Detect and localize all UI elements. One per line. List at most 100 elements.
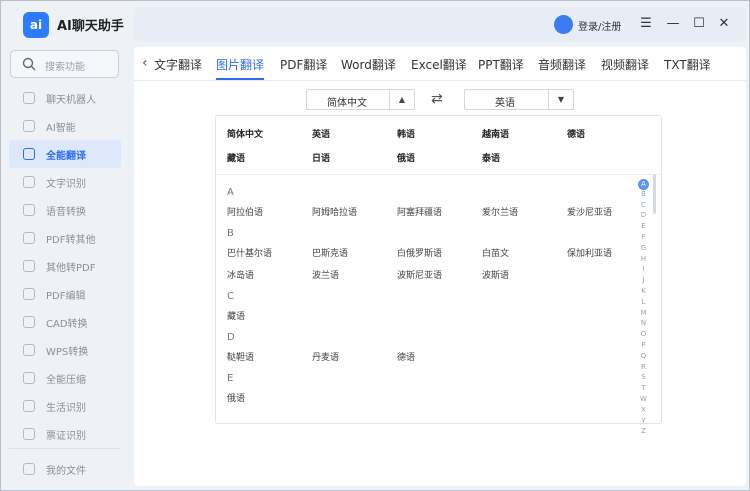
- language-option[interactable]: 保加利亚语: [567, 246, 612, 259]
- sidebar-item-label: 全能翻译: [46, 150, 86, 162]
- common-language[interactable]: 泰语: [482, 151, 500, 164]
- tab-image[interactable]: 图片翻译: [216, 56, 264, 73]
- az-index-item[interactable]: E: [638, 222, 649, 230]
- source-language-select[interactable]: 简体中文 ▲: [306, 89, 415, 110]
- tab-video[interactable]: 视频翻译: [601, 56, 649, 73]
- az-index-item[interactable]: S: [638, 373, 649, 381]
- az-index-item[interactable]: O: [638, 330, 649, 338]
- folder-icon: [23, 463, 35, 475]
- az-index-item[interactable]: L: [638, 298, 649, 306]
- language-option[interactable]: 丹麦语: [312, 350, 339, 363]
- az-index-item[interactable]: T: [638, 384, 649, 392]
- sidebar-item-compress[interactable]: 全能压缩: [9, 364, 121, 392]
- az-index-item[interactable]: I: [638, 265, 649, 273]
- common-language[interactable]: 德语: [567, 127, 585, 140]
- az-index-item[interactable]: F: [638, 233, 649, 241]
- caret-up-icon[interactable]: ▲: [389, 90, 414, 109]
- menu-icon[interactable]: ☰: [638, 16, 654, 32]
- az-index-item[interactable]: A: [638, 179, 649, 190]
- sidebar-item-wps[interactable]: WPS转换: [9, 336, 121, 364]
- common-language[interactable]: 藏语: [227, 151, 245, 164]
- sidebar-divider: [9, 448, 121, 449]
- language-option[interactable]: 阿姆哈拉语: [312, 205, 357, 218]
- language-option[interactable]: 爱沙尼亚语: [567, 205, 612, 218]
- language-option[interactable]: 阿拉伯语: [227, 205, 263, 218]
- az-index-item[interactable]: Q: [638, 352, 649, 360]
- caret-down-icon[interactable]: ▼: [548, 90, 573, 109]
- tab-audio[interactable]: 音频翻译: [538, 56, 586, 73]
- language-option[interactable]: 冰岛语: [227, 268, 254, 281]
- back-icon[interactable]: ‹: [142, 55, 148, 71]
- sidebar-item-ticket[interactable]: 票证识别: [9, 420, 121, 448]
- sidebar-item-life[interactable]: 生活识别: [9, 392, 121, 420]
- common-language[interactable]: 韩语: [397, 127, 415, 140]
- az-index-item[interactable]: N: [638, 319, 649, 327]
- language-option[interactable]: 爱尔兰语: [482, 205, 518, 218]
- language-option[interactable]: 波兰语: [312, 268, 339, 281]
- tab-text[interactable]: 文字翻译: [154, 56, 202, 73]
- az-index-item[interactable]: Z: [638, 427, 649, 435]
- sidebar-item-cad[interactable]: CAD转换: [9, 308, 121, 336]
- az-index-item[interactable]: B: [638, 190, 649, 198]
- common-language[interactable]: 简体中文: [227, 127, 263, 140]
- search-icon: [22, 57, 36, 71]
- language-option[interactable]: 白俄罗斯语: [397, 246, 442, 259]
- avatar[interactable]: [554, 15, 573, 34]
- az-index-item[interactable]: W: [638, 395, 649, 403]
- sidebar-item-translate[interactable]: 全能翻译: [9, 140, 121, 168]
- language-option[interactable]: 鞑靼语: [227, 350, 254, 363]
- sidebar-item-robot[interactable]: 聊天机器人: [9, 84, 121, 112]
- sidebar-item-voice[interactable]: 语音转换: [9, 196, 121, 224]
- language-option[interactable]: 藏语: [227, 309, 245, 322]
- tab-word[interactable]: Word翻译: [341, 56, 396, 73]
- language-option[interactable]: 白苗文: [482, 246, 509, 259]
- language-option[interactable]: 巴什基尔语: [227, 246, 272, 259]
- sidebar-item-ai[interactable]: AI智能: [9, 112, 121, 140]
- tab-ppt[interactable]: PPT翻译: [478, 56, 524, 73]
- sidebar-item-label: 我的文件: [46, 465, 86, 477]
- compress-icon: [23, 372, 35, 384]
- tab-txt[interactable]: TXT翻译: [664, 56, 711, 73]
- az-index-item[interactable]: Y: [638, 417, 649, 425]
- maximize-icon[interactable]: ☐: [691, 16, 707, 32]
- sidebar-item-label: 聊天机器人: [46, 94, 96, 106]
- scrollbar[interactable]: [653, 174, 656, 214]
- az-index-item[interactable]: M: [638, 309, 649, 317]
- az-index-item[interactable]: R: [638, 363, 649, 371]
- sidebar-item-label: PDF编辑: [46, 290, 86, 302]
- language-option[interactable]: 德语: [397, 350, 415, 363]
- tab-pdf[interactable]: PDF翻译: [280, 56, 327, 73]
- voice-icon: [23, 204, 35, 216]
- tab-excel[interactable]: Excel翻译: [411, 56, 467, 73]
- minimize-icon[interactable]: —: [665, 16, 681, 32]
- target-language-select[interactable]: 英语 ▼: [464, 89, 574, 110]
- language-option[interactable]: 阿塞拜疆语: [397, 205, 442, 218]
- az-index-item[interactable]: C: [638, 201, 649, 209]
- login-link[interactable]: 登录/注册: [578, 18, 621, 33]
- common-language[interactable]: 俄语: [397, 151, 415, 164]
- close-icon[interactable]: ✕: [716, 16, 732, 32]
- az-index-item[interactable]: K: [638, 287, 649, 295]
- language-option[interactable]: 俄语: [227, 391, 245, 404]
- az-index-item[interactable]: D: [638, 211, 649, 219]
- sidebar-item-pdf-edit[interactable]: PDF编辑: [9, 280, 121, 308]
- language-option[interactable]: 波斯尼亚语: [397, 268, 442, 281]
- cad-icon: [23, 316, 35, 328]
- sidebar-item-ocr[interactable]: 文字识别: [9, 168, 121, 196]
- swap-icon[interactable]: ⇄: [431, 91, 443, 107]
- sidebar-item-pdf[interactable]: PDF转其他: [9, 224, 121, 252]
- az-index-item[interactable]: J: [638, 276, 649, 284]
- az-index-item[interactable]: X: [638, 406, 649, 414]
- top-bar: 登录/注册 ☰ — ☐ ✕: [134, 7, 746, 42]
- search-input[interactable]: 搜索功能: [10, 50, 119, 78]
- common-language[interactable]: 日语: [312, 151, 330, 164]
- common-language[interactable]: 越南语: [482, 127, 509, 140]
- az-index-item[interactable]: H: [638, 255, 649, 263]
- language-option[interactable]: 波斯语: [482, 268, 509, 281]
- az-index-item[interactable]: P: [638, 341, 649, 349]
- sidebar-item-to-pdf[interactable]: 其他转PDF: [9, 252, 121, 280]
- common-language[interactable]: 英语: [312, 127, 330, 140]
- sidebar-item-my-files[interactable]: 我的文件: [9, 455, 121, 483]
- az-index-item[interactable]: G: [638, 244, 649, 252]
- language-option[interactable]: 巴斯克语: [312, 246, 348, 259]
